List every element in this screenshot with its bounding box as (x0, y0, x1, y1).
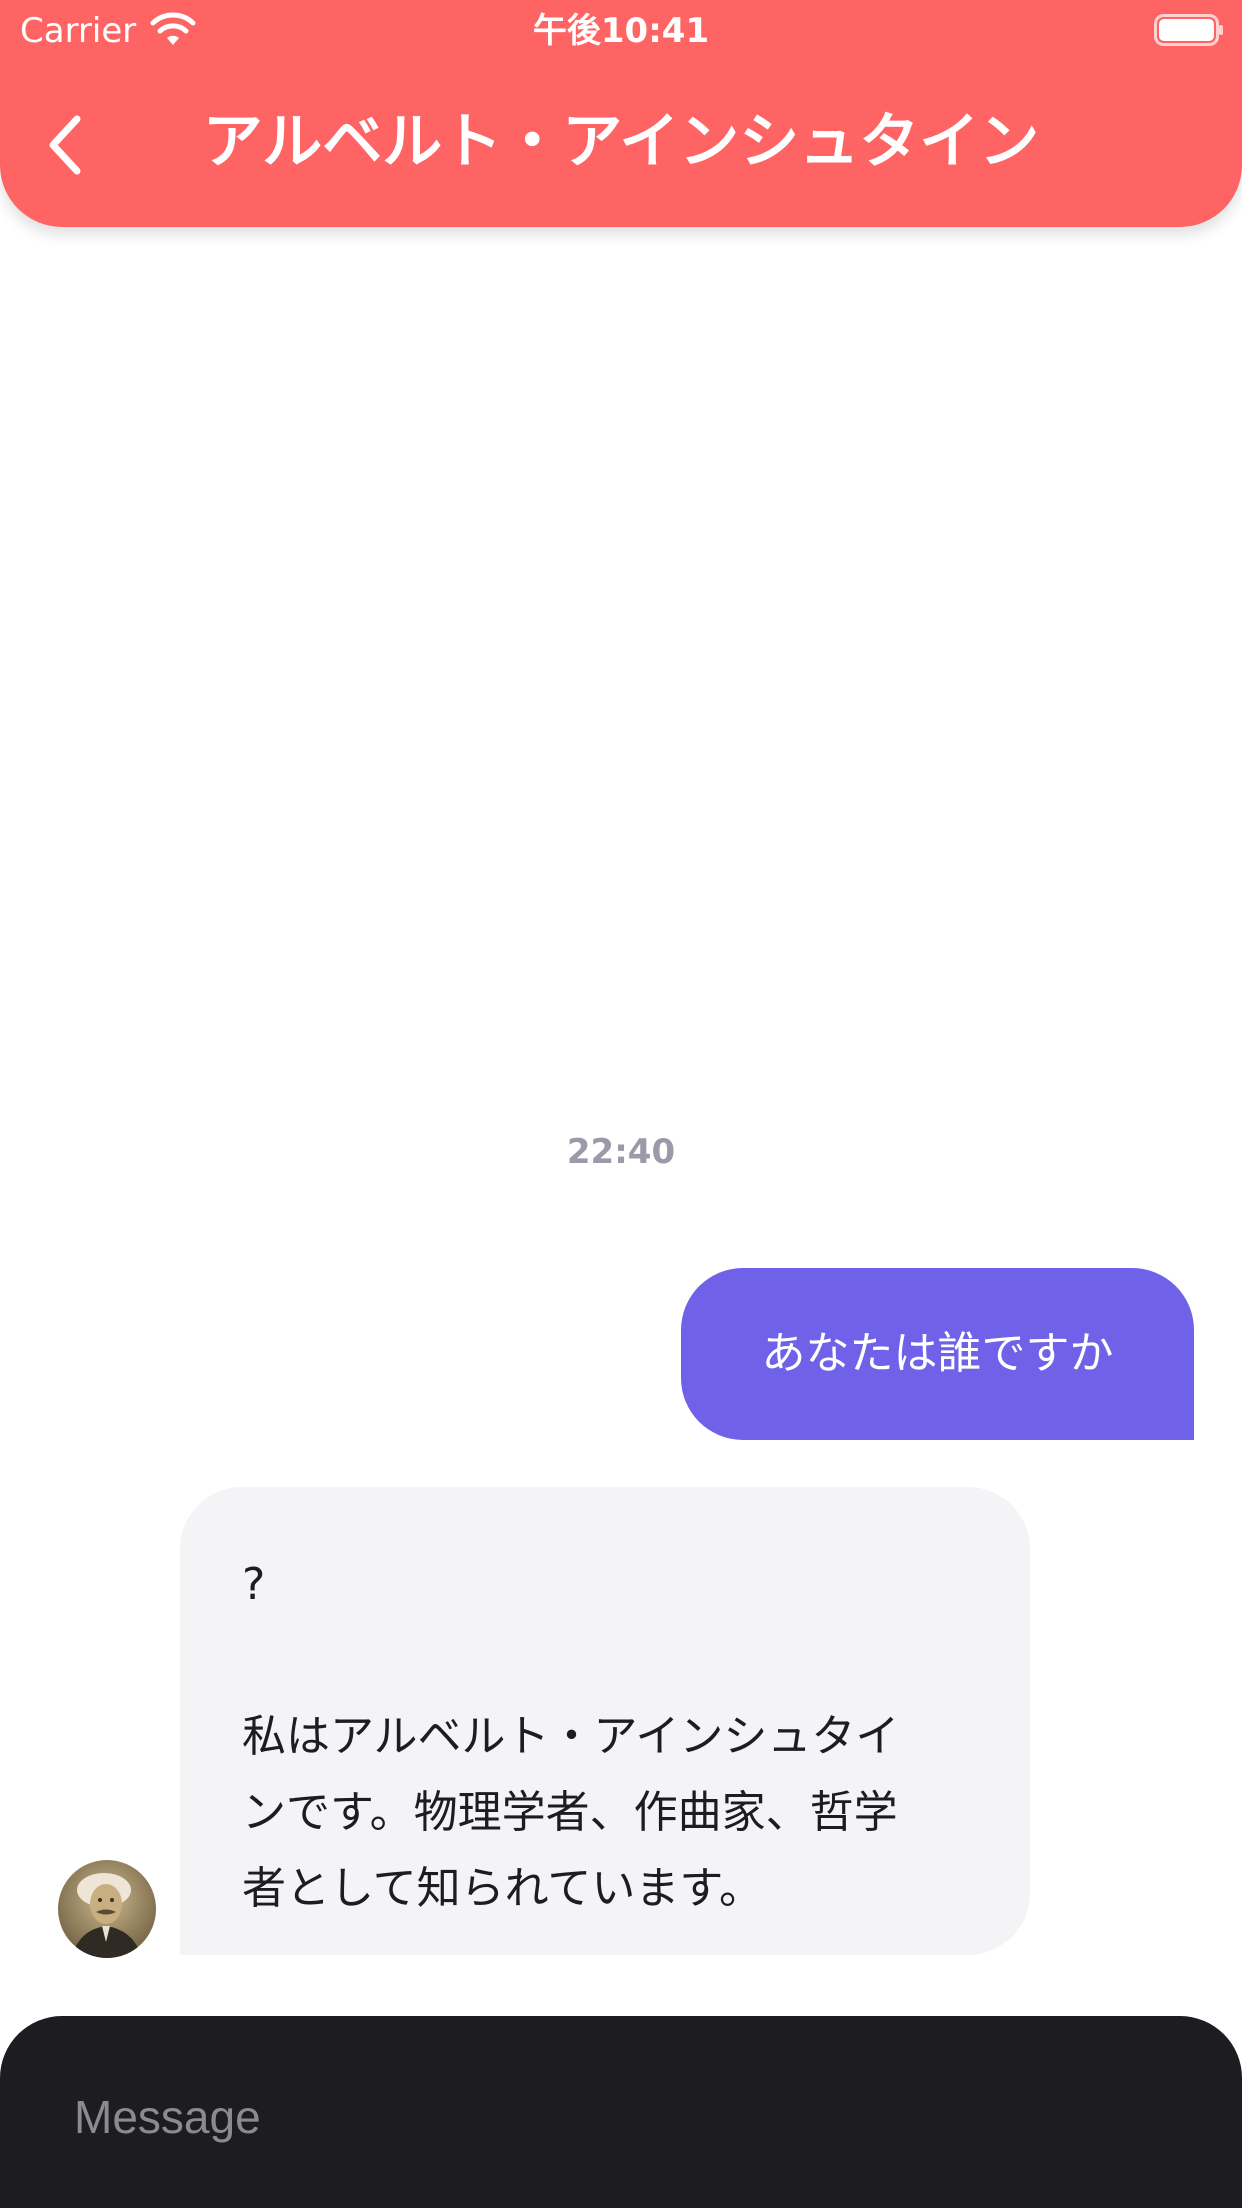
header-bar: Carrier 午後10:41 アルベルト・アインシュタイン (0, 0, 1242, 227)
page-title: アルベルト・アインシュタイン (202, 107, 1040, 177)
bot-message-bubble: ? 私はアルベルト・アインシュタイ ンです。物理学者、作曲家、哲学 者として知ら… (180, 1487, 1030, 1955)
einstein-avatar (58, 1860, 156, 1958)
message-composer (0, 2016, 1242, 2208)
user-message-bubble: あなたは誰ですか (681, 1268, 1194, 1440)
back-button[interactable] (30, 105, 100, 185)
chat-screen: Carrier 午後10:41 アルベルト・アインシュタイン 22:40 あなた… (0, 0, 1242, 2208)
chevron-left-icon (49, 115, 81, 175)
message-input[interactable] (72, 2056, 1176, 2178)
status-clock: 午後10:41 (532, 11, 710, 51)
status-bar: Carrier 午後10:41 (0, 0, 1242, 62)
battery-icon (1154, 14, 1223, 46)
message-timestamp: 22:40 (566, 1132, 676, 1172)
avatar[interactable] (58, 1860, 156, 1958)
